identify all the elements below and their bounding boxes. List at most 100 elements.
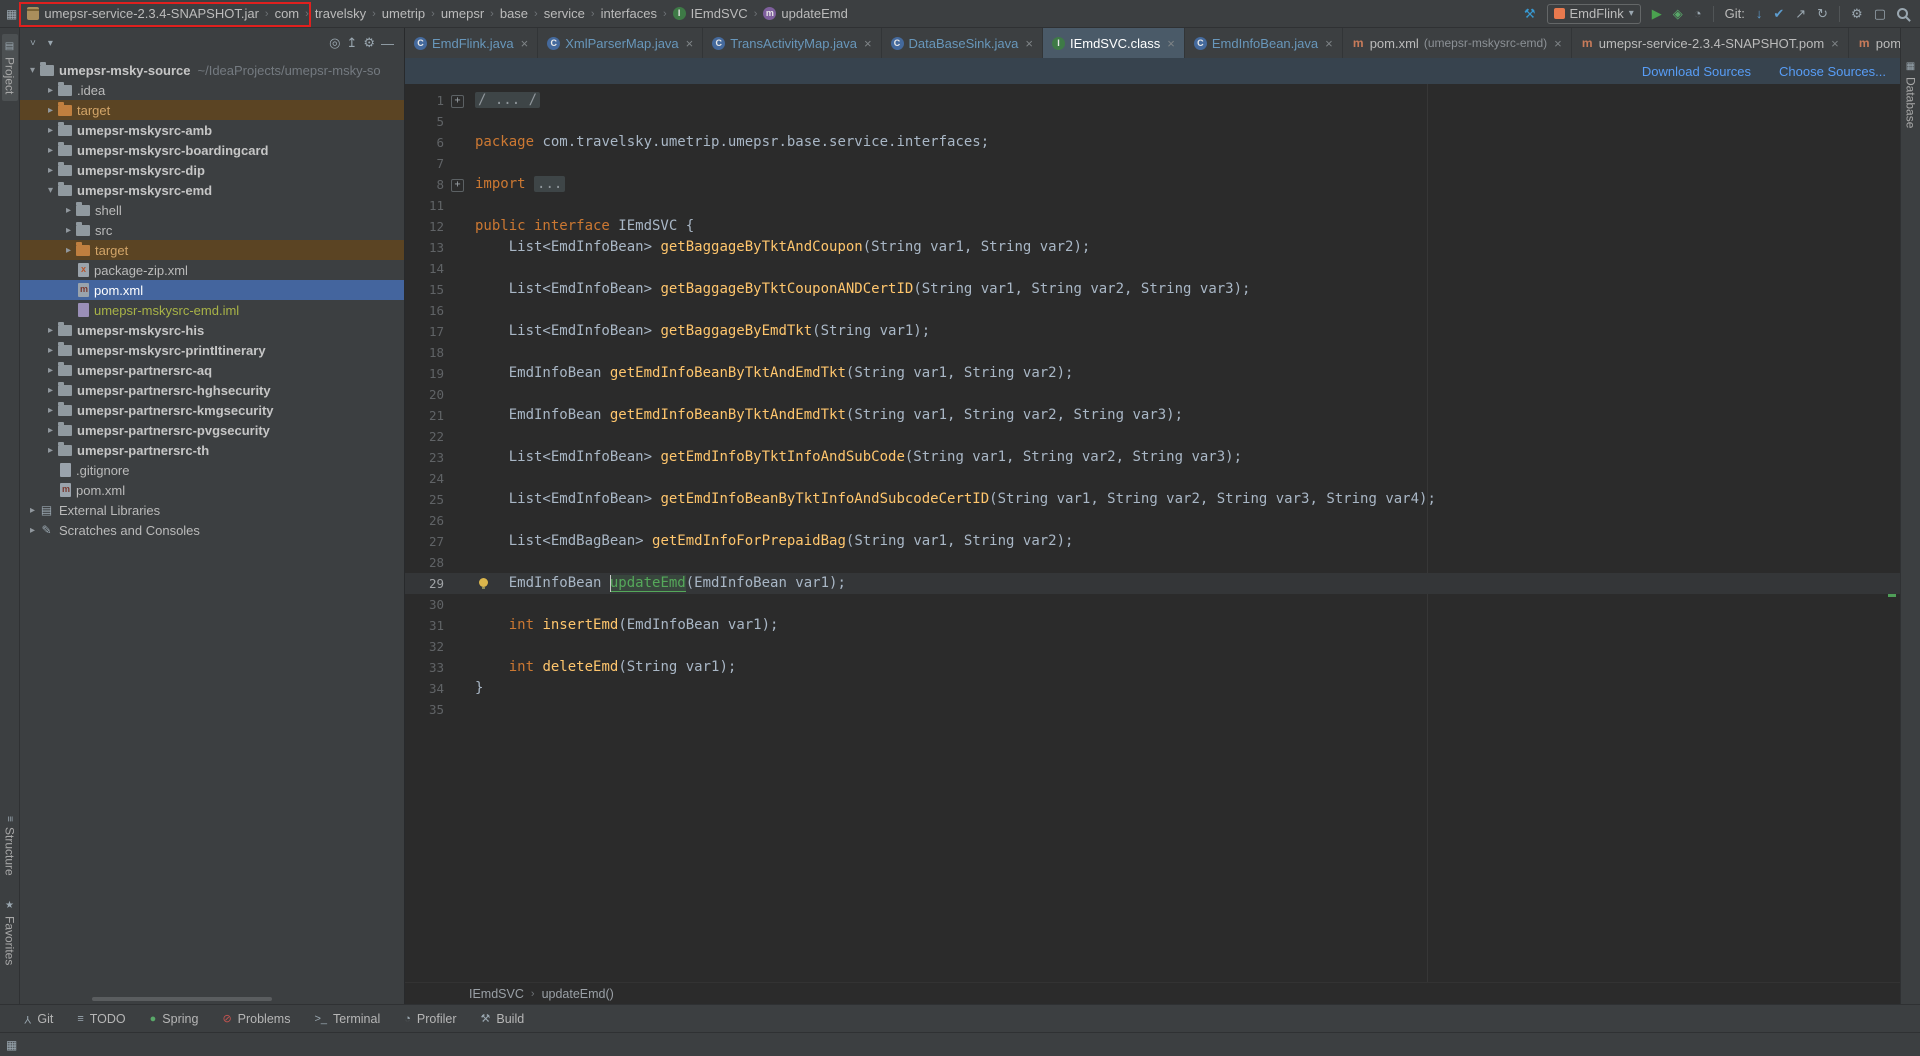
close-icon[interactable]: × <box>1025 36 1033 51</box>
code-line[interactable]: 7 <box>405 153 1900 174</box>
breadcrumb-item[interactable]: umepsr-service-2.3.4-SNAPSHOT.jar <box>23 4 263 23</box>
tree-row[interactable]: ▸ target <box>20 100 404 120</box>
breadcrumb-item[interactable]: IEmdSVC <box>669 4 752 23</box>
tree-row[interactable]: ▸ umepsr-partnersrc-pvgsecurity <box>20 420 404 440</box>
code-line[interactable]: 6 package com.travelsky.umetrip.umepsr.ba… <box>405 132 1900 153</box>
chevron-right-icon[interactable]: ▸ <box>44 365 57 376</box>
tree-row[interactable]: pom.xml <box>20 480 404 500</box>
code-line[interactable]: 14 <box>405 258 1900 279</box>
tree-row[interactable]: umepsr-mskysrc-emd.iml <box>20 300 404 320</box>
code-line[interactable]: 25 List<EmdInfoBean> getEmdInfoBeanByTkt… <box>405 489 1900 510</box>
breadcrumb-item[interactable]: updateEmd <box>759 4 852 23</box>
editor-tab[interactable]: EmdInfoBean.java × <box>1185 28 1343 58</box>
code-line[interactable]: 12 public interface IEmdSVC { <box>405 216 1900 237</box>
code-line[interactable]: 35 <box>405 699 1900 720</box>
git-push-icon[interactable]: ↗ <box>1795 7 1806 20</box>
chevron-right-icon[interactable]: ▸ <box>44 425 57 436</box>
code-line[interactable]: 30 <box>405 594 1900 615</box>
settings-icon[interactable]: ⚙ <box>363 35 375 51</box>
tool-stripe-project[interactable]: ▤ Project <box>1 34 18 102</box>
chevron-down-icon[interactable]: ▾ <box>48 38 53 49</box>
notification-link[interactable]: Download Sources <box>1642 64 1751 79</box>
close-icon[interactable]: × <box>1325 36 1333 51</box>
tree-row[interactable]: ▸ target <box>20 240 404 260</box>
tree-row[interactable]: ▸ umepsr-mskysrc-printItinerary <box>20 340 404 360</box>
chevron-right-icon[interactable]: ▸ <box>44 325 57 336</box>
code-line[interactable]: 13 List<EmdInfoBean> getBaggageByTktAndC… <box>405 237 1900 258</box>
window-menu-icon[interactable]: ▦ <box>6 7 17 21</box>
code-line[interactable]: 22 <box>405 426 1900 447</box>
git-commit-icon[interactable]: ✔ <box>1773 7 1784 20</box>
breadcrumb-item[interactable]: service <box>540 4 589 23</box>
chevron-right-icon[interactable]: ▸ <box>62 245 75 256</box>
chevron-right-icon[interactable]: ▸ <box>62 225 75 236</box>
code-line[interactable]: 29 EmdInfoBean updateEmd(EmdInfoBean var… <box>405 573 1900 594</box>
close-icon[interactable]: × <box>864 36 872 51</box>
tree-row[interactable]: ▸ umepsr-mskysrc-dip <box>20 160 404 180</box>
tool-stripe-database[interactable]: ▦ Database <box>1903 54 1919 135</box>
tree-row[interactable]: ▸ ▤ External Libraries <box>20 500 404 520</box>
close-icon[interactable]: × <box>1167 36 1175 51</box>
editor-tab[interactable]: DataBaseSink.java × <box>882 28 1043 58</box>
tool-window-button-problems[interactable]: ⊘ Problems <box>222 1012 290 1026</box>
code-line[interactable]: 8 import ... <box>405 174 1900 195</box>
chevron-right-icon[interactable]: ▸ <box>44 445 57 456</box>
tree-horizontal-scrollbar[interactable] <box>92 997 272 1001</box>
tree-row[interactable]: .gitignore <box>20 460 404 480</box>
close-icon[interactable]: × <box>686 36 694 51</box>
tree-row[interactable]: ▸ umepsr-mskysrc-boardingcard <box>20 140 404 160</box>
tree-row[interactable]: package-zip.xml <box>20 260 404 280</box>
tree-row[interactable]: ▸ umepsr-partnersrc-aq <box>20 360 404 380</box>
chevron-down-icon[interactable]: ˅ <box>30 38 36 49</box>
tool-stripe-structure[interactable]: ≡ Structure <box>2 809 18 883</box>
editor-tab[interactable]: umepsr-service-2.3.4-SNAPSHOT.pom × <box>1572 28 1849 58</box>
code-line[interactable]: 32 <box>405 636 1900 657</box>
intention-bulb-icon[interactable] <box>479 578 490 589</box>
tree-row[interactable]: ▸ shell <box>20 200 404 220</box>
notification-link[interactable]: Choose Sources... <box>1779 64 1886 79</box>
chevron-down-icon[interactable]: ▾ <box>44 185 57 196</box>
tree-row[interactable]: ▸ umepsr-partnersrc-hghsecurity <box>20 380 404 400</box>
chevron-right-icon[interactable]: ▸ <box>26 525 39 536</box>
code-line[interactable]: 33 int deleteEmd(String var1); <box>405 657 1900 678</box>
git-update-icon[interactable]: ↓ <box>1756 7 1763 20</box>
breadcrumb-item[interactable]: travelsky <box>311 4 370 23</box>
tree-row[interactable]: ▾ umepsr-msky-source ~/IdeaProjects/umepsr… <box>20 60 404 80</box>
code-line[interactable]: 24 <box>405 468 1900 489</box>
tree-row[interactable]: ▸ umepsr-mskysrc-amb <box>20 120 404 140</box>
breadcrumb-item[interactable]: interfaces <box>597 4 661 23</box>
hide-panel-icon[interactable]: — <box>381 36 394 51</box>
fold-marker-icon[interactable] <box>449 174 467 195</box>
run-configuration-select[interactable]: EmdFlink ▾ <box>1546 3 1641 24</box>
close-icon[interactable]: × <box>1554 36 1562 51</box>
chevron-right-icon[interactable]: ▸ <box>44 125 57 136</box>
breadcrumb-item[interactable]: base <box>496 4 532 23</box>
code-line[interactable]: 20 <box>405 384 1900 405</box>
code-line[interactable]: 28 <box>405 552 1900 573</box>
code-editor[interactable]: 1 / ... / 5 6 package com.travelsky.umetrip.… <box>405 84 1900 982</box>
chevron-right-icon[interactable]: ▸ <box>26 505 39 516</box>
code-line[interactable]: 21 EmdInfoBean getEmdInfoBeanByTktAndEmd… <box>405 405 1900 426</box>
editor-tab[interactable]: XmlParserMap.java × <box>538 28 704 58</box>
chevron-right-icon[interactable]: ▸ <box>44 405 57 416</box>
close-icon[interactable]: × <box>1831 36 1839 51</box>
chevron-right-icon[interactable]: ▸ <box>44 345 57 356</box>
chevron-down-icon[interactable]: ▾ <box>26 65 39 76</box>
code-line[interactable]: 15 List<EmdInfoBean> getBaggageByTktCoup… <box>405 279 1900 300</box>
tool-window-switcher-icon[interactable]: ▦ <box>6 1038 17 1052</box>
code-line[interactable]: 34} <box>405 678 1900 699</box>
editor-tab[interactable]: IEmdSVC.class × <box>1042 28 1185 58</box>
tool-window-button-profiler[interactable]: ◔ Profiler <box>404 1012 456 1026</box>
editor-breadcrumb-item[interactable]: IEmdSVC <box>469 987 524 1001</box>
editor-tab[interactable]: TransActivityMap.java × <box>703 28 882 58</box>
breadcrumb-item[interactable]: umetrip <box>378 4 429 23</box>
code-line[interactable]: 1 / ... / <box>405 90 1900 111</box>
tool-window-button-build[interactable]: ⚒ Build <box>481 1012 525 1026</box>
tree-row[interactable]: ▸ umepsr-mskysrc-his <box>20 320 404 340</box>
fold-marker-icon[interactable] <box>449 90 467 111</box>
profiler-icon[interactable]: ◔ <box>1694 7 1702 20</box>
tree-row[interactable]: ▸ ✎ Scratches and Consoles <box>20 520 404 540</box>
code-line[interactable]: 18 <box>405 342 1900 363</box>
tool-window-button-git[interactable]: Y Git <box>24 1012 53 1026</box>
chevron-right-icon[interactable]: ▸ <box>44 165 57 176</box>
